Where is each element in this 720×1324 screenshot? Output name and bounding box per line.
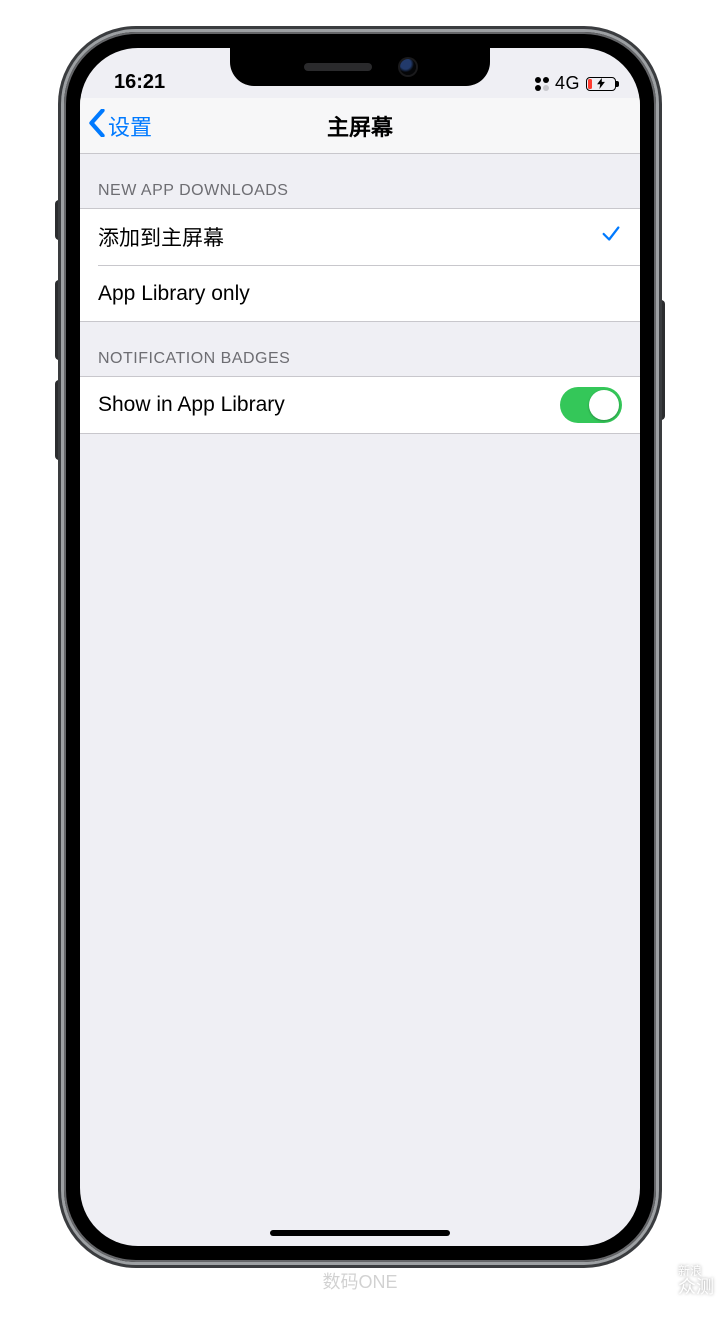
settings-content[interactable]: NEW APP DOWNLOADS 添加到主屏幕 App Library onl…	[80, 154, 640, 1246]
watermark-big: 众测	[678, 1277, 714, 1297]
phone-frame: 16:21 4G 设置 主屏幕	[64, 32, 656, 1262]
checkmark-icon	[600, 223, 622, 251]
group-downloads: 添加到主屏幕 App Library only	[80, 208, 640, 322]
option-label: 添加到主屏幕	[98, 222, 224, 252]
notch	[230, 48, 490, 86]
volume-down-button	[55, 380, 63, 460]
row-label: Show in App Library	[98, 393, 285, 417]
back-label: 设置	[108, 110, 152, 142]
page-title: 主屏幕	[80, 110, 640, 142]
option-label: App Library only	[98, 282, 250, 306]
section-header-badges: NOTIFICATION BADGES	[80, 322, 640, 376]
back-button[interactable]: 设置	[80, 109, 152, 143]
option-app-library-only[interactable]: App Library only	[98, 265, 640, 321]
watermark-center: 数码ONE	[322, 1268, 397, 1294]
navigation-bar: 设置 主屏幕	[80, 98, 640, 154]
volume-up-button	[55, 280, 63, 360]
row-show-in-app-library: Show in App Library	[80, 377, 640, 433]
show-in-app-library-toggle[interactable]	[560, 387, 622, 423]
signal-icon	[535, 77, 549, 91]
watermark-corner: 新浪 众测	[678, 1265, 714, 1298]
network-label: 4G	[555, 73, 580, 94]
status-time: 16:21	[114, 71, 165, 94]
section-header-downloads: NEW APP DOWNLOADS	[80, 154, 640, 208]
option-add-to-home[interactable]: 添加到主屏幕	[80, 209, 640, 265]
front-camera	[400, 59, 416, 75]
screen: 16:21 4G 设置 主屏幕	[80, 48, 640, 1246]
home-indicator[interactable]	[270, 1230, 450, 1236]
power-button	[657, 300, 665, 420]
silence-switch	[55, 200, 63, 240]
chevron-left-icon	[88, 109, 106, 143]
charging-icon	[587, 78, 615, 90]
battery-icon	[586, 77, 616, 91]
speaker-grille	[304, 63, 372, 71]
group-badges: Show in App Library	[80, 376, 640, 434]
